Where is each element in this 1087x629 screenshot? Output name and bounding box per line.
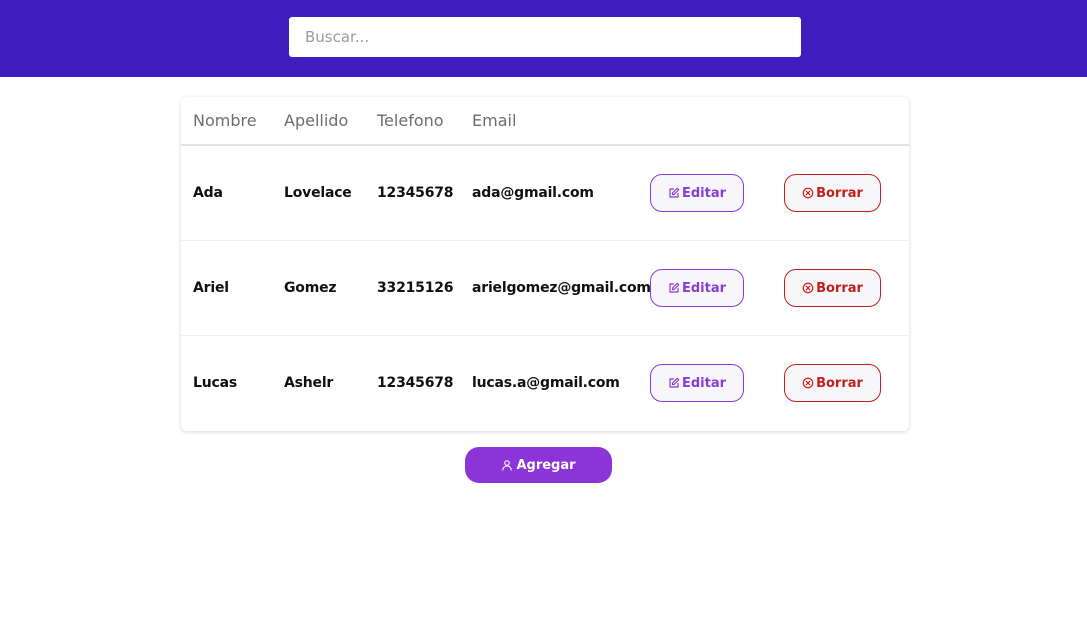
table-header: Nombre Apellido Telefono Email <box>181 97 909 146</box>
cell-nombre: Ariel <box>193 280 229 296</box>
delete-button-label: Borrar <box>816 375 863 391</box>
contacts-table: Nombre Apellido Telefono Email Ada Lovel… <box>181 97 909 431</box>
column-header-telefono: Telefono <box>377 111 444 130</box>
delete-button[interactable]: Borrar <box>784 364 881 402</box>
edit-button-label: Editar <box>681 280 727 296</box>
cell-nombre: Ada <box>193 185 223 201</box>
cell-telefono: 33215126 <box>377 280 454 296</box>
cell-apellido: Lovelace <box>284 185 352 201</box>
delete-button-label: Borrar <box>816 185 863 201</box>
x-circle-icon <box>802 282 814 294</box>
edit-button-label: Editar <box>681 375 727 391</box>
x-circle-icon <box>802 187 814 199</box>
cell-telefono: 12345678 <box>377 375 454 391</box>
cell-email: ada@gmail.com <box>472 185 594 201</box>
cell-apellido: Ashelr <box>284 375 334 391</box>
delete-button-label: Borrar <box>816 280 863 296</box>
user-icon <box>502 460 513 471</box>
column-header-apellido: Apellido <box>284 111 349 130</box>
column-header-email: Email <box>472 111 517 130</box>
delete-button[interactable]: Borrar <box>784 269 881 307</box>
cell-nombre: Lucas <box>193 375 237 391</box>
edit-button[interactable]: Editar <box>650 364 744 402</box>
edit-icon <box>669 282 680 293</box>
cell-apellido: Gomez <box>284 280 337 296</box>
delete-button[interactable]: Borrar <box>784 174 881 212</box>
edit-button[interactable]: Editar <box>650 269 744 307</box>
search-input[interactable] <box>289 17 801 57</box>
edit-button-label: Editar <box>681 185 727 201</box>
x-circle-icon <box>802 377 814 389</box>
cell-telefono: 12345678 <box>377 185 454 201</box>
table-row: Lucas Ashelr 12345678 lucas.a@gmail.com … <box>181 336 909 431</box>
cell-email: lucas.a@gmail.com <box>472 375 620 391</box>
table-row: Ariel Gomez 33215126 arielgomez@gmail.co… <box>181 241 909 336</box>
edit-icon <box>669 187 680 198</box>
add-button[interactable]: Agregar <box>465 447 612 483</box>
table-row: Ada Lovelace 12345678 ada@gmail.com Edit… <box>181 146 909 241</box>
add-button-label: Agregar <box>516 457 576 473</box>
edit-button[interactable]: Editar <box>650 174 744 212</box>
column-header-nombre: Nombre <box>193 111 257 130</box>
cell-email: arielgomez@gmail.com <box>472 280 651 296</box>
top-bar <box>0 0 1087 77</box>
edit-icon <box>669 377 680 388</box>
